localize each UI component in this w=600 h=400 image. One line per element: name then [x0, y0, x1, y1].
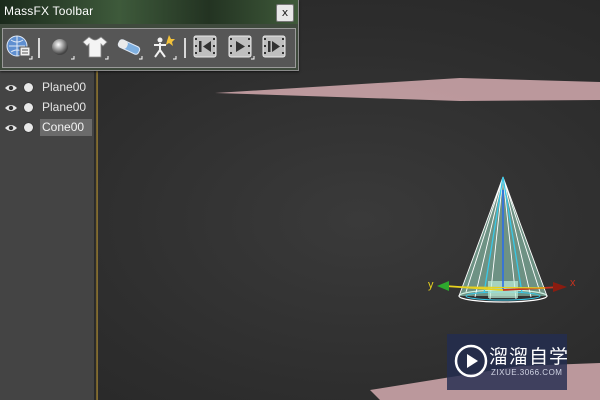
explorer-item-label-selected[interactable]: Cone00 [40, 119, 92, 136]
render-dot-icon[interactable] [24, 123, 33, 132]
constraint-button[interactable] [115, 33, 143, 61]
scene-explorer: Plane00 Plane00 Cone00 [0, 70, 95, 400]
massfx-toolbar: MassFX Toolbar x [0, 0, 299, 71]
eye-icon[interactable] [4, 103, 18, 113]
explorer-row-plane-1[interactable]: Plane00 [0, 78, 94, 97]
gizmo-x-label: x [570, 277, 576, 289]
world-parameters-button[interactable] [5, 33, 33, 61]
reset-simulation-icon [193, 35, 217, 58]
explorer-item-label[interactable]: Plane00 [40, 99, 92, 116]
toolbar-title: MassFX Toolbar [4, 4, 94, 18]
watermark-url: ZIXUE.3066.COM [491, 368, 563, 377]
explorer-item-label[interactable]: Plane00 [40, 79, 92, 96]
rigid-body-icon [52, 39, 75, 60]
ragdoll-icon [154, 35, 177, 60]
step-simulation-icon [262, 35, 286, 58]
constraint-icon [117, 39, 143, 60]
plane-object-top[interactable] [215, 78, 600, 101]
eye-icon[interactable] [4, 123, 18, 133]
panel-divider[interactable] [96, 60, 98, 400]
mcloth-icon [82, 36, 109, 60]
close-button[interactable]: x [276, 4, 294, 22]
render-dot-icon[interactable] [24, 103, 33, 112]
rigid-body-button[interactable] [47, 33, 75, 61]
world-parameters-icon [6, 35, 33, 60]
toolbar-strip [2, 28, 296, 68]
ragdoll-button[interactable] [149, 33, 177, 61]
eye-icon[interactable] [4, 83, 18, 93]
watermark-badge: 溜溜自学 ZIXUE.3066.COM [447, 334, 570, 390]
render-dot-icon[interactable] [24, 83, 33, 92]
play-simulation-icon [228, 35, 255, 60]
watermark-title: 溜溜自学 [489, 346, 570, 368]
step-simulation-button[interactable] [261, 33, 289, 61]
toolbar-separator [38, 38, 40, 58]
mcloth-button[interactable] [81, 33, 109, 61]
toolbar-titlebar[interactable]: MassFX Toolbar x [0, 0, 298, 24]
explorer-row-plane-2[interactable]: Plane00 [0, 98, 94, 117]
play-simulation-button[interactable] [227, 33, 255, 61]
reset-simulation-button[interactable] [192, 33, 220, 61]
gizmo-y-label: y [428, 279, 434, 291]
play-logo-icon [454, 344, 488, 378]
explorer-row-cone[interactable]: Cone00 [0, 118, 94, 137]
toolbar-separator [184, 38, 186, 58]
